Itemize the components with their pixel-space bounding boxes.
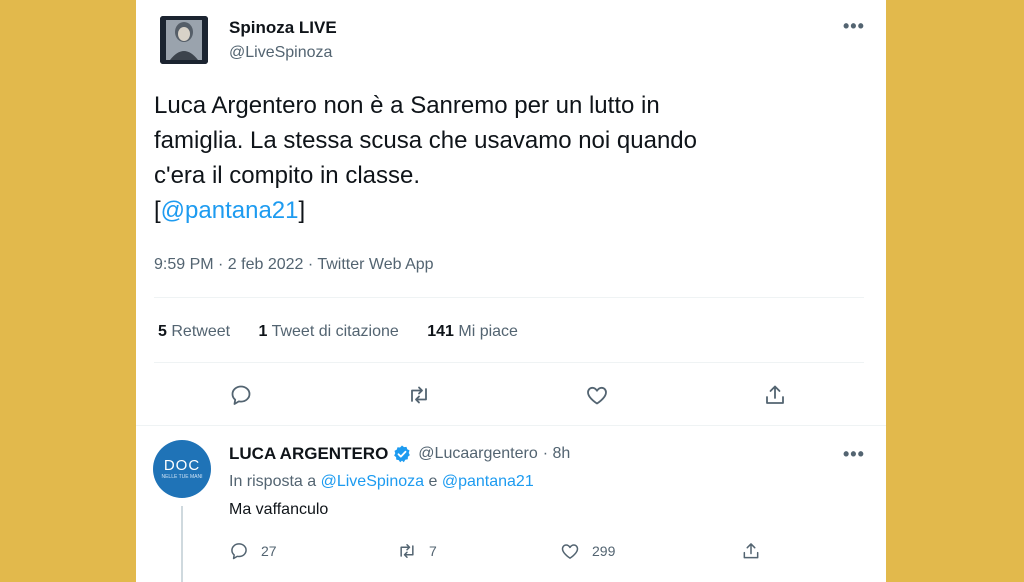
tweet-card: Spinoza LIVE @LiveSpinoza ••• Luca Argen… <box>136 0 886 582</box>
divider <box>154 362 864 363</box>
tweet-text: Luca Argentero non è a Sanremo per un lu… <box>154 88 854 228</box>
like-icon <box>587 386 607 405</box>
share-button[interactable] <box>758 378 792 412</box>
in-reply-prefix: In risposta a <box>229 473 317 490</box>
tweet-text-line: famiglia. La stessa scusa che usavamo no… <box>154 127 697 154</box>
credit-open: [ <box>154 197 161 224</box>
quotes-count: 1 <box>258 323 268 340</box>
thread-line <box>181 506 183 582</box>
reply-retweets-count: 7 <box>429 543 437 559</box>
reply-share-button[interactable] <box>741 541 761 561</box>
avatar-doc-text: DOC <box>163 457 201 474</box>
reply-retweet-button[interactable]: 7 <box>397 541 437 561</box>
likes-stat[interactable]: 141 Mi piace <box>427 323 518 340</box>
tweet-text-line: c'era il compito in classe. <box>154 162 421 189</box>
like-icon <box>561 544 579 559</box>
retweets-count: 5 <box>158 323 167 340</box>
reply-time[interactable]: · 8h <box>543 445 571 463</box>
reply-mention-livespinoza[interactable]: @LiveSpinoza <box>321 473 424 490</box>
reply-replies-count: 27 <box>261 543 277 559</box>
reply-header: LUCA ARGENTERO @Lucaargentero · 8h <box>229 444 570 464</box>
in-reply-to: In risposta a @LiveSpinoza e @pantana21 <box>229 473 534 491</box>
reply-more-icon[interactable]: ••• <box>843 444 865 465</box>
tweet-credit: [@pantana21] <box>154 193 854 228</box>
reply-author-name[interactable]: LUCA ARGENTERO <box>229 444 388 464</box>
spinoza-avatar[interactable] <box>160 16 208 64</box>
share-icon <box>766 385 784 404</box>
likes-label: Mi piace <box>458 323 518 340</box>
quotes-label: Tweet di citazione <box>271 323 399 340</box>
retweet-icon <box>411 386 427 404</box>
credit-mention-link[interactable]: @pantana21 <box>161 197 299 224</box>
reply-author-handle[interactable]: @Lucaargentero <box>418 445 537 463</box>
divider <box>136 425 886 426</box>
retweet-icon <box>400 544 414 558</box>
avatar-doc-subtext: NELLE TUE MANI <box>161 474 203 480</box>
divider <box>154 297 864 298</box>
reply-reply-button[interactable]: 27 <box>229 541 277 561</box>
retweet-button[interactable] <box>402 378 436 412</box>
share-icon <box>743 543 759 559</box>
reply-text: Ma vaffanculo <box>229 501 329 518</box>
credit-close: ] <box>298 197 306 224</box>
retweets-label: Retweet <box>171 323 231 340</box>
tweet-stats: 5 Retweet 1 Tweet di citazione 141 Mi pi… <box>158 323 542 341</box>
more-icon[interactable]: ••• <box>843 16 865 37</box>
verified-icon <box>394 445 411 463</box>
quotes-stat[interactable]: 1 Tweet di citazione <box>259 323 399 340</box>
reply-likes-count: 299 <box>592 543 616 559</box>
tweet-timestamp[interactable]: 9:59 PM · 2 feb 2022 · Twitter Web App <box>154 256 434 274</box>
reply-icon <box>231 385 251 405</box>
retweets-stat[interactable]: 5 Retweet <box>158 323 230 340</box>
author-name[interactable]: Spinoza LIVE <box>229 18 337 38</box>
reply-button[interactable] <box>224 378 258 412</box>
reply-mention-pantana21[interactable]: @pantana21 <box>442 473 534 490</box>
tweet-text-line: Luca Argentero non è a Sanremo per un lu… <box>154 92 660 119</box>
like-button[interactable] <box>580 378 614 412</box>
author-handle[interactable]: @LiveSpinoza <box>229 44 332 62</box>
in-reply-conj: e <box>428 473 438 490</box>
reply-like-button[interactable]: 299 <box>560 541 615 561</box>
luca-avatar[interactable]: DOC NELLE TUE MANI <box>153 440 211 498</box>
reply-icon <box>231 543 247 560</box>
likes-count: 141 <box>427 323 454 340</box>
